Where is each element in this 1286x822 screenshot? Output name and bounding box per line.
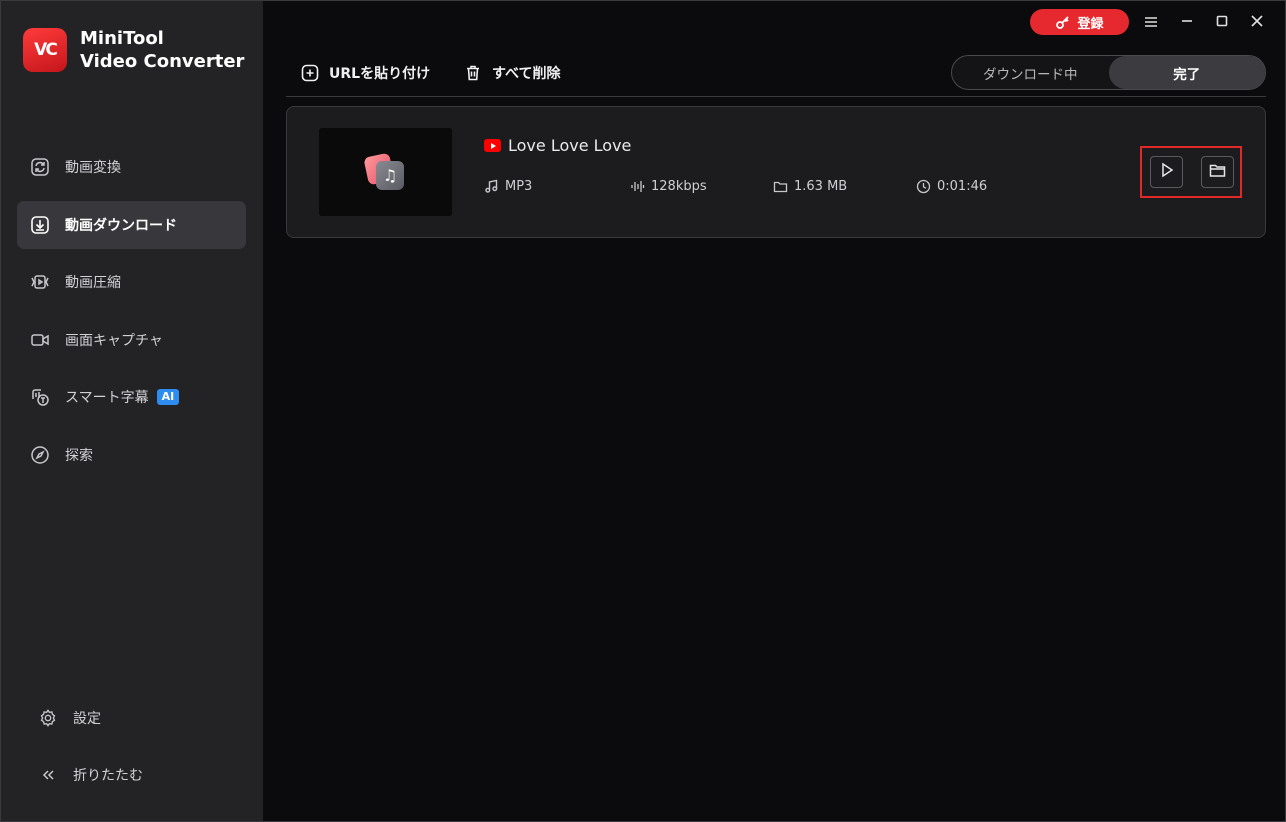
maximize-icon	[1215, 13, 1229, 32]
tab-completed[interactable]: 完了	[1108, 56, 1265, 89]
download-item: ♫ Love Love Love MP3 128kbps 1.63 MB 0:0…	[286, 106, 1266, 238]
youtube-icon	[484, 139, 501, 152]
waveform-icon	[630, 179, 645, 194]
download-tabs: ダウンロード中 完了	[951, 55, 1266, 90]
menu-button[interactable]	[1140, 11, 1162, 33]
play-icon	[1160, 162, 1174, 182]
minimize-icon	[1180, 13, 1194, 32]
collapse-icon	[37, 764, 59, 786]
music-file-icon: ♫	[363, 152, 406, 193]
register-button[interactable]: 登録	[1030, 9, 1129, 35]
app-name-line2: Video Converter	[80, 51, 245, 72]
sidebar-item-explore[interactable]: 探索	[17, 431, 246, 479]
item-title: Love Love Love	[508, 136, 632, 155]
duration-value: 0:01:46	[937, 179, 988, 194]
collapse-label: 折りたたむ	[73, 768, 143, 784]
key-icon	[1055, 14, 1071, 30]
plus-circle-icon	[301, 64, 319, 82]
item-bitrate: 128kbps	[630, 179, 707, 194]
settings-label: 設定	[73, 711, 101, 727]
item-duration: 0:01:46	[916, 179, 987, 194]
sidebar-item-video-compress[interactable]: 動画圧縮	[17, 258, 246, 306]
refresh-icon	[29, 156, 51, 178]
folder-open-icon	[1209, 163, 1226, 182]
compass-icon	[29, 444, 51, 466]
download-icon	[29, 214, 51, 236]
collapse-button[interactable]: 折りたたむ	[25, 752, 245, 798]
logo-mark: VC	[23, 28, 67, 72]
size-value: 1.63 MB	[794, 179, 848, 194]
minimize-button[interactable]	[1176, 11, 1198, 33]
paste-url-label: URLを貼り付け	[329, 66, 431, 82]
sidebar-item-smart-subtitle[interactable]: スマート字幕 AI	[17, 373, 246, 421]
tab-downloading[interactable]: ダウンロード中	[952, 56, 1109, 89]
app-name-line1: MiniTool	[80, 28, 164, 49]
sidebar-item-label: 動画圧縮	[65, 275, 121, 291]
sidebar-item-label: スマート字幕	[65, 390, 149, 406]
format-value: MP3	[505, 179, 533, 194]
sidebar-item-label: 動画ダウンロード	[65, 217, 177, 234]
close-button[interactable]	[1246, 11, 1268, 33]
sidebar-nav: 動画変換 動画ダウンロード 動画圧縮 画面キャプチャ スマート字幕 AI 探索	[17, 143, 246, 488]
ai-badge: AI	[156, 389, 180, 405]
compress-icon	[29, 271, 51, 293]
delete-all-label: すべて削除	[492, 66, 561, 82]
sidebar: VC MiniTool Video Converter 動画変換 動画ダウンロー…	[1, 1, 263, 821]
register-label: 登録	[1077, 16, 1104, 32]
gear-icon	[37, 707, 59, 729]
sidebar-item-label: 画面キャプチャ	[65, 332, 163, 349]
delete-all-button[interactable]: すべて削除	[464, 61, 560, 85]
sidebar-item-label: 探索	[65, 447, 93, 464]
open-folder-button[interactable]	[1201, 156, 1234, 188]
sidebar-item-video-download[interactable]: 動画ダウンロード	[17, 200, 246, 249]
folder-icon	[773, 179, 788, 194]
sidebar-item-label: 動画変換	[65, 160, 121, 176]
app-logo: VC MiniTool Video Converter	[23, 27, 244, 73]
app-window: VC MiniTool Video Converter 動画変換 動画ダウンロー…	[0, 0, 1286, 822]
subtitle-icon	[29, 386, 51, 408]
bitrate-value: 128kbps	[651, 179, 707, 194]
paste-url-button[interactable]: URLを貼り付け	[301, 61, 430, 85]
clock-icon	[916, 179, 931, 194]
trash-icon	[464, 64, 482, 82]
sidebar-bottom: 設定 折りたたむ	[25, 695, 245, 809]
close-icon	[1250, 13, 1264, 32]
item-actions	[1140, 146, 1242, 198]
thumbnail: ♫	[319, 128, 452, 216]
sidebar-item-screen-capture[interactable]: 画面キャプチャ	[17, 316, 246, 364]
maximize-button[interactable]	[1211, 11, 1233, 33]
camera-icon	[29, 329, 51, 351]
item-format: MP3	[484, 179, 532, 194]
play-button[interactable]	[1150, 156, 1183, 188]
music-note-icon	[484, 179, 499, 194]
settings-button[interactable]: 設定	[25, 695, 245, 741]
sidebar-item-video-convert[interactable]: 動画変換	[17, 143, 246, 191]
item-size: 1.63 MB	[773, 179, 847, 194]
menu-icon	[1144, 13, 1158, 32]
